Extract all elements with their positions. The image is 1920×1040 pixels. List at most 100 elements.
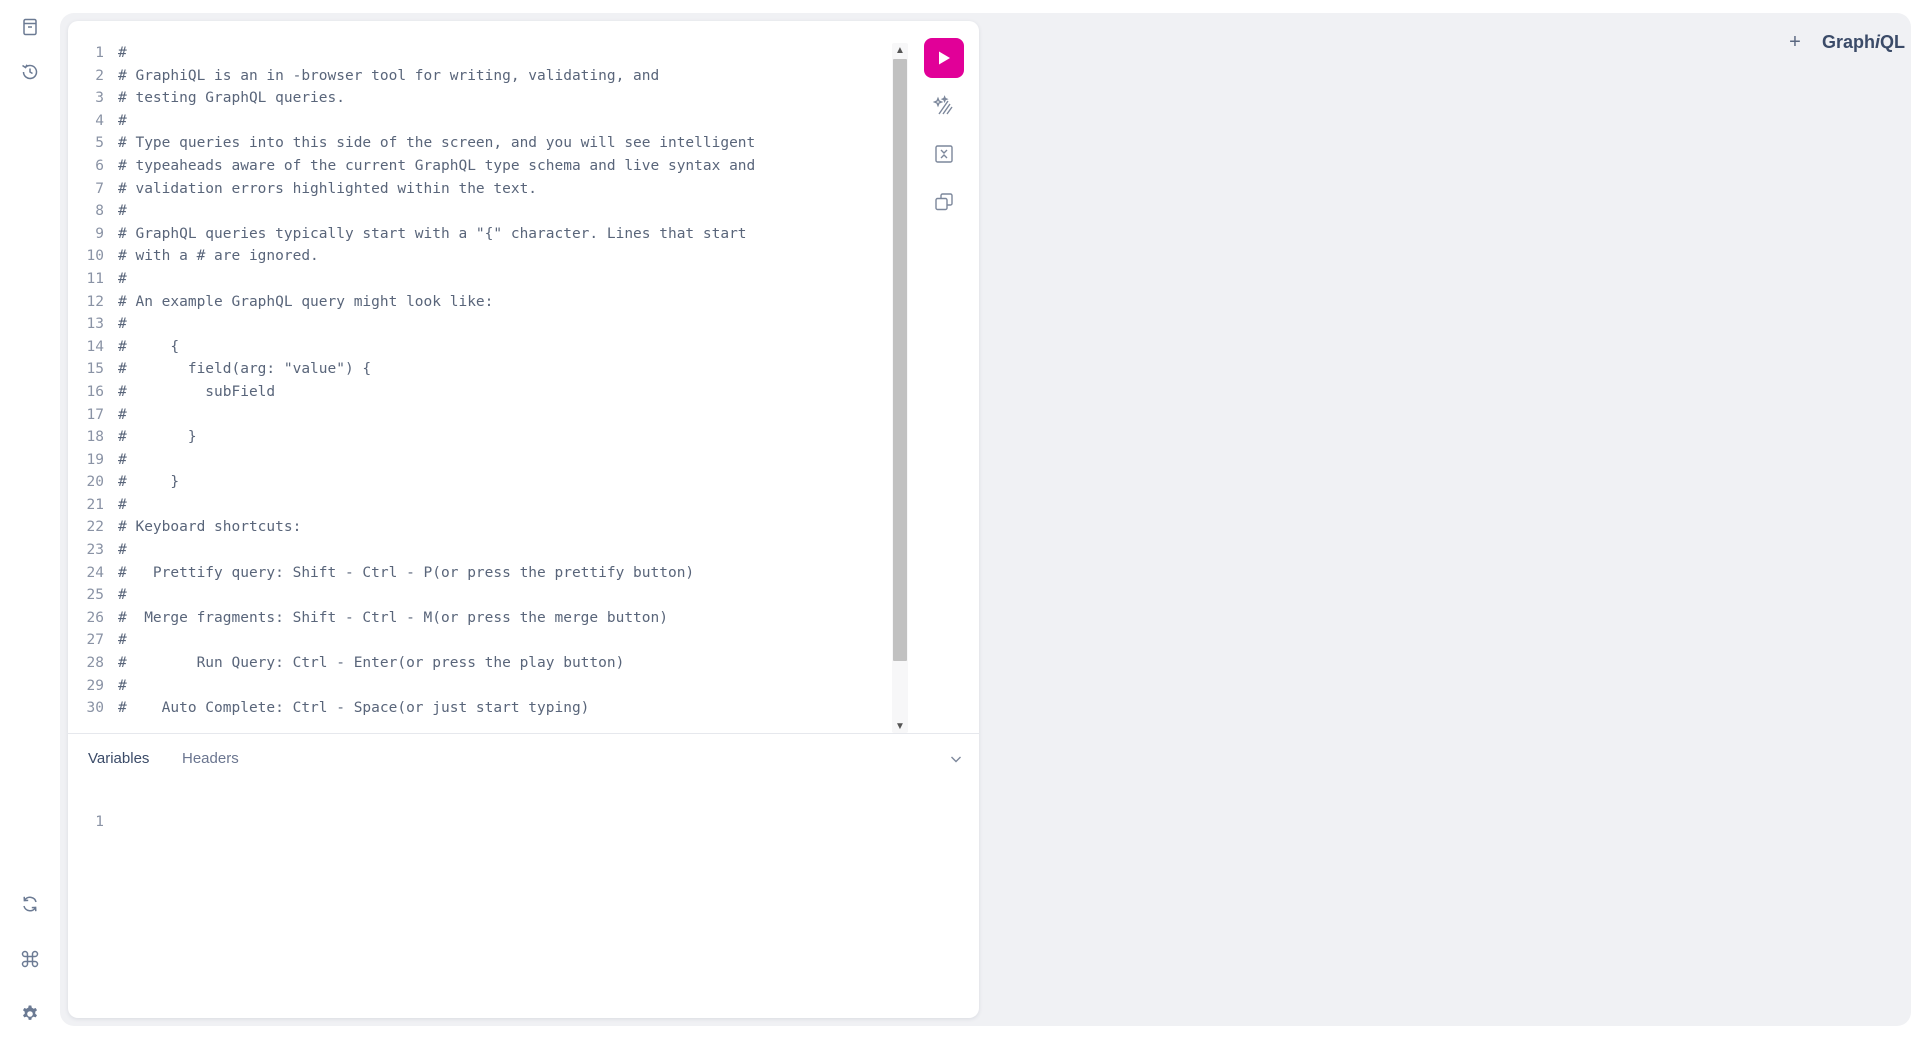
query-code-line[interactable]: 22 # Keyboard shortcuts: xyxy=(68,516,888,539)
line-text[interactable]: # Run Query: Ctrl - Enter(or press the p… xyxy=(104,652,624,675)
variables-code-line[interactable]: 1 xyxy=(68,811,979,834)
line-text[interactable]: # xyxy=(104,200,127,223)
line-number: 18 xyxy=(86,429,104,446)
line-text[interactable]: # xyxy=(104,268,127,291)
query-code-line[interactable]: 30 # Auto Complete: Ctrl - Space(or just … xyxy=(68,697,888,720)
line-number: 27 xyxy=(86,632,104,649)
line-text[interactable]: # Keyboard shortcuts: xyxy=(104,516,301,539)
query-code-line[interactable]: 1 # xyxy=(68,42,888,65)
line-text[interactable]: # Auto Complete: Ctrl - Space(or just st… xyxy=(104,697,589,720)
scroll-up-arrow-icon[interactable]: ▲ xyxy=(892,43,908,57)
query-code-line[interactable]: 3 # testing GraphQL queries. xyxy=(68,87,888,110)
line-text[interactable]: # } xyxy=(104,426,197,449)
copy-query-button[interactable] xyxy=(924,182,964,222)
query-code-line[interactable]: 28 # Run Query: Ctrl - Enter(or press the… xyxy=(68,652,888,675)
line-text[interactable]: # GraphQL queries typically start with a… xyxy=(104,223,747,246)
scroll-thumb[interactable] xyxy=(893,59,907,661)
tab-headers[interactable]: Headers xyxy=(182,748,239,770)
editor-toolbar xyxy=(924,38,964,222)
query-scrollbar[interactable]: ▲ ▼ xyxy=(892,43,908,733)
query-code-line[interactable]: 7 # validation errors highlighted within … xyxy=(68,178,888,201)
query-code-line[interactable]: 21 # xyxy=(68,494,888,517)
line-text[interactable]: # xyxy=(104,42,127,65)
variables-editor[interactable]: 1 xyxy=(68,811,979,1011)
prettify-button[interactable] xyxy=(924,86,964,126)
line-number: 1 xyxy=(95,814,104,830)
line-text[interactable]: # subField xyxy=(104,381,275,404)
query-code-line[interactable]: 29 # xyxy=(68,675,888,698)
line-text[interactable]: # xyxy=(104,313,127,336)
line-number: 29 xyxy=(86,677,104,694)
line-text[interactable]: # xyxy=(104,110,127,133)
settings-button[interactable] xyxy=(14,998,46,1030)
line-text[interactable]: # testing GraphQL queries. xyxy=(104,87,345,110)
query-code-line[interactable]: 13 # xyxy=(68,313,888,336)
line-text[interactable]: # } xyxy=(104,471,179,494)
query-code[interactable]: 1 #2 # GraphiQL is an in -browser tool for… xyxy=(68,42,888,731)
query-code-line[interactable]: 9 # GraphQL queries typically start with … xyxy=(68,223,888,246)
line-text[interactable]: # xyxy=(104,584,127,607)
line-text[interactable]: # typeaheads aware of the current GraphQ… xyxy=(104,155,755,178)
line-text[interactable]: # xyxy=(104,539,127,562)
line-number: 9 xyxy=(95,225,104,242)
line-text[interactable]: # { xyxy=(104,336,179,359)
history-button[interactable] xyxy=(14,56,46,88)
keyboard-shortcuts-icon xyxy=(21,950,39,968)
query-code-line[interactable]: 8 # xyxy=(68,200,888,223)
line-text[interactable]: # xyxy=(104,629,127,652)
run-query-button[interactable] xyxy=(924,38,964,78)
refetch-schema-button[interactable] xyxy=(14,888,46,920)
line-number: 10 xyxy=(86,248,104,265)
line-text[interactable]: # xyxy=(104,404,127,427)
line-number: 6 xyxy=(95,157,104,174)
query-code-line[interactable]: 20 # } xyxy=(68,471,888,494)
query-code-line[interactable]: 15 # field(arg: "value") { xyxy=(68,358,888,381)
query-code-line[interactable]: 27 # xyxy=(68,629,888,652)
query-editor[interactable]: 1 #2 # GraphiQL is an in -browser tool for… xyxy=(68,21,979,733)
scroll-down-arrow-icon[interactable]: ▼ xyxy=(892,719,908,733)
line-number: 24 xyxy=(86,564,104,581)
line-text[interactable]: # validation errors highlighted within t… xyxy=(104,178,537,201)
query-code-line[interactable]: 26 # Merge fragments: Shift - Ctrl - M(or… xyxy=(68,607,888,630)
query-code-line[interactable]: 24 # Prettify query: Shift - Ctrl - P(or … xyxy=(68,562,888,585)
query-code-line[interactable]: 5 # Type queries into this side of the sc… xyxy=(68,132,888,155)
line-number: 11 xyxy=(86,270,104,287)
query-code-line[interactable]: 11 # xyxy=(68,268,888,291)
line-text[interactable]: # xyxy=(104,494,127,517)
add-tab-button[interactable]: + xyxy=(1782,29,1808,55)
query-code-line[interactable]: 19 # xyxy=(68,449,888,472)
keyboard-shortcuts-button[interactable] xyxy=(14,943,46,975)
line-text[interactable]: # with a # are ignored. xyxy=(104,245,319,268)
line-text[interactable]: # field(arg: "value") { xyxy=(104,358,371,381)
line-text[interactable]: # xyxy=(104,449,127,472)
query-code-line[interactable]: 12 # An example GraphQL query might look … xyxy=(68,291,888,314)
line-text[interactable]: # GraphiQL is an in -browser tool for wr… xyxy=(104,65,659,88)
query-code-line[interactable]: 25 # xyxy=(68,584,888,607)
line-number: 15 xyxy=(86,361,104,378)
query-code-line[interactable]: 4 # xyxy=(68,110,888,133)
collapse-editor-tools-button[interactable] xyxy=(946,749,966,769)
line-text[interactable]: # Merge fragments: Shift - Ctrl - M(or p… xyxy=(104,607,668,630)
documentation-explorer-button[interactable] xyxy=(14,11,46,43)
merge-icon xyxy=(935,145,953,163)
query-code-line[interactable]: 6 # typeaheads aware of the current Graph… xyxy=(68,155,888,178)
query-code-line[interactable]: 2 # GraphiQL is an in -browser tool for w… xyxy=(68,65,888,88)
tab-variables[interactable]: Variables xyxy=(88,748,149,770)
query-code-line[interactable]: 16 # subField xyxy=(68,381,888,404)
line-number: 14 xyxy=(86,338,104,355)
line-text[interactable]: # An example GraphQL query might look li… xyxy=(104,291,493,314)
copy-icon xyxy=(935,193,953,211)
query-code-line[interactable]: 23 # xyxy=(68,539,888,562)
history-icon xyxy=(22,64,38,80)
query-code-line[interactable]: 17 # xyxy=(68,404,888,427)
line-number: 20 xyxy=(86,474,104,491)
query-code-line[interactable]: 14 # { xyxy=(68,336,888,359)
line-text[interactable]: # xyxy=(104,675,127,698)
line-text[interactable]: # Type queries into this side of the scr… xyxy=(104,132,755,155)
line-text[interactable] xyxy=(104,811,118,834)
line-number: 23 xyxy=(86,542,104,559)
query-code-line[interactable]: 18 # } xyxy=(68,426,888,449)
line-text[interactable]: # Prettify query: Shift - Ctrl - P(or pr… xyxy=(104,562,694,585)
query-code-line[interactable]: 10 # with a # are ignored. xyxy=(68,245,888,268)
merge-fragments-button[interactable] xyxy=(924,134,964,174)
